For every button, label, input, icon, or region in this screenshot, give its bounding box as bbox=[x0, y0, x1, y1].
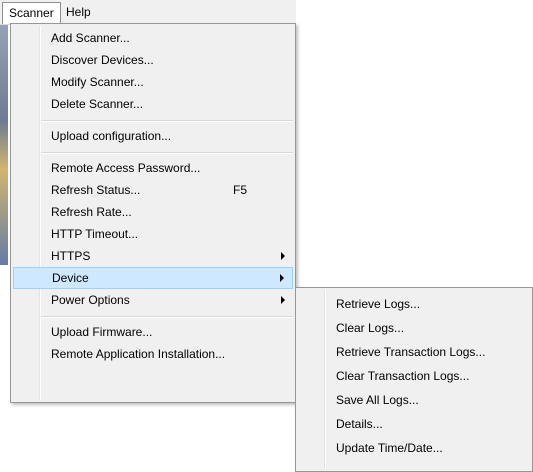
submenu-arrow-icon bbox=[281, 296, 285, 304]
menu-item-label: Modify Scanner... bbox=[51, 75, 144, 89]
menu-item-label: Discover Devices... bbox=[51, 53, 154, 67]
submenu-arrow-icon bbox=[280, 274, 284, 282]
submenu-item-clear-logs[interactable]: Clear Logs... bbox=[298, 317, 530, 339]
menu-item-label: Details... bbox=[336, 417, 383, 431]
menu-item-delete-scanner[interactable]: Delete Scanner... bbox=[13, 93, 293, 115]
menu-item-label: Retrieve Transaction Logs... bbox=[336, 345, 486, 359]
menu-separator bbox=[41, 152, 293, 154]
menu-separator bbox=[41, 316, 293, 318]
device-submenu: Retrieve Logs... Clear Logs... Retrieve … bbox=[295, 287, 533, 472]
window-edge-strip bbox=[0, 25, 8, 265]
menu-item-label: Upload Firmware... bbox=[51, 325, 153, 339]
menu-item-refresh-rate[interactable]: Refresh Rate... bbox=[13, 201, 293, 223]
menu-item-label: Refresh Status... bbox=[51, 183, 141, 197]
menu-item-upload-firmware[interactable]: Upload Firmware... bbox=[13, 321, 293, 343]
menu-item-device[interactable]: Device bbox=[13, 267, 293, 289]
menu-item-label: Clear Logs... bbox=[336, 321, 405, 335]
submenu-arrow-icon bbox=[281, 252, 285, 260]
menu-separator bbox=[41, 120, 293, 122]
menu-item-label: HTTP Timeout... bbox=[51, 227, 139, 241]
menu-item-https[interactable]: HTTPS bbox=[13, 245, 293, 267]
submenu-item-retrieve-logs[interactable]: Retrieve Logs... bbox=[298, 293, 530, 315]
menu-item-power-options[interactable]: Power Options bbox=[13, 289, 293, 311]
menu-item-label: Device bbox=[52, 271, 89, 285]
menu-item-label: Clear Transaction Logs... bbox=[336, 369, 470, 383]
submenu-item-update-time-date[interactable]: Update Time/Date... bbox=[298, 437, 530, 459]
scanner-menu: Add Scanner... Discover Devices... Modif… bbox=[10, 23, 296, 403]
menu-item-refresh-status[interactable]: Refresh Status... F5 bbox=[13, 179, 293, 201]
submenu-item-clear-transaction-logs[interactable]: Clear Transaction Logs... bbox=[298, 365, 530, 387]
menu-item-label: Refresh Rate... bbox=[51, 205, 132, 219]
menu-item-remote-application-installation[interactable]: Remote Application Installation... bbox=[13, 343, 293, 365]
menu-item-label: Save All Logs... bbox=[336, 393, 419, 407]
menu-item-add-scanner[interactable]: Add Scanner... bbox=[13, 27, 293, 49]
menu-item-label: Remote Application Installation... bbox=[51, 347, 226, 361]
submenu-item-retrieve-transaction-logs[interactable]: Retrieve Transaction Logs... bbox=[298, 341, 530, 363]
menubar-scanner[interactable]: Scanner bbox=[2, 2, 61, 24]
menu-item-remote-access-password[interactable]: Remote Access Password... bbox=[13, 157, 293, 179]
menu-item-label: Update Time/Date... bbox=[336, 441, 443, 455]
menu-item-discover-devices[interactable]: Discover Devices... bbox=[13, 49, 293, 71]
menu-item-label: Retrieve Logs... bbox=[336, 297, 421, 311]
menu-item-http-timeout[interactable]: HTTP Timeout... bbox=[13, 223, 293, 245]
menu-item-label: Remote Access Password... bbox=[51, 161, 201, 175]
menubar: Scanner Help bbox=[0, 0, 296, 25]
shortcut-label: F5 bbox=[233, 183, 248, 197]
menu-item-label: HTTPS bbox=[51, 249, 91, 263]
menu-item-label: Power Options bbox=[51, 293, 130, 307]
menu-item-label: Upload configuration... bbox=[51, 129, 172, 143]
menu-item-modify-scanner[interactable]: Modify Scanner... bbox=[13, 71, 293, 93]
menu-item-upload-configuration[interactable]: Upload configuration... bbox=[13, 125, 293, 147]
menu-item-label: Delete Scanner... bbox=[51, 97, 144, 111]
menu-item-label: Add Scanner... bbox=[51, 31, 130, 45]
submenu-item-details[interactable]: Details... bbox=[298, 413, 530, 435]
menubar-help[interactable]: Help bbox=[60, 2, 97, 22]
submenu-item-save-all-logs[interactable]: Save All Logs... bbox=[298, 389, 530, 411]
